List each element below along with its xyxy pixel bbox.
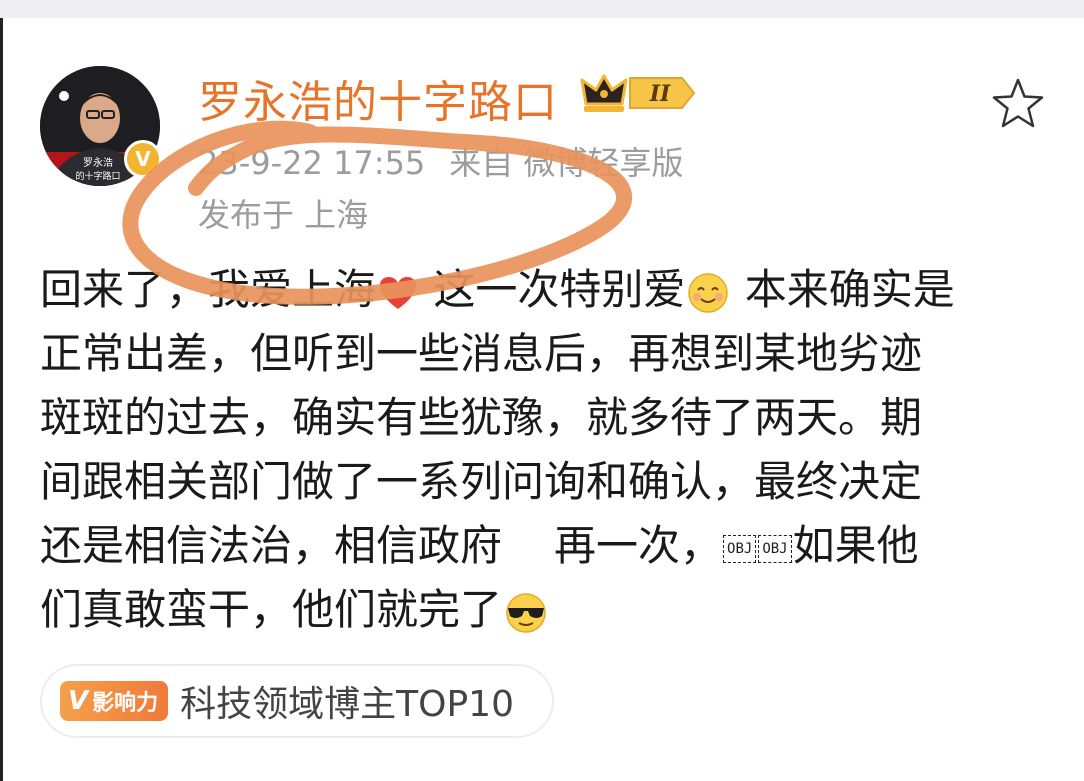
body-text: 回来了，我爱上海	[40, 265, 377, 314]
body-text: 们真敢蛮干，他们就完了	[40, 585, 503, 634]
smile-emoji-icon	[688, 272, 729, 313]
body-line: 间跟相关部门做了一系列问询和确认，最终决定	[40, 457, 923, 506]
obj-placeholder: OBJ	[723, 534, 757, 563]
avatar-caption-2: 的十字路口	[75, 170, 120, 182]
influence-v-icon: V	[68, 686, 89, 716]
post-body: 回来了，我爱上海 这一次特别爱 本来确实是 正常出差，但听到一些消息后，再想到某…	[40, 258, 1050, 642]
body-line: 回来了，我爱上海 这一次特别爱 本来确实是	[40, 258, 1050, 322]
body-text: 还是相信法治，相信政府	[40, 521, 503, 570]
body-text: 再一次，	[554, 521, 723, 570]
influence-text: 科技领域博主TOP10	[180, 684, 514, 725]
influence-badge-label: 影响力	[92, 691, 159, 716]
body-text: 本来确实是	[731, 265, 955, 314]
obj-placeholder: OBJ	[758, 534, 792, 563]
body-line: 斑斑的过去，确实有些犹豫，就多待了两天。期	[40, 393, 923, 442]
sunglasses-emoji-icon	[506, 592, 546, 633]
verified-v-icon: V	[124, 140, 162, 178]
avatar-caption-1: 罗永浩	[83, 156, 113, 169]
heart-emoji-icon	[380, 276, 417, 309]
verified-mark: V	[135, 147, 151, 171]
star-outline-icon[interactable]	[990, 76, 1046, 132]
influence-badge: V 影响力	[60, 681, 169, 721]
top-divider	[0, 0, 1084, 18]
post-meta: 23-9-22 17:55 来自 微博轻享版	[198, 138, 683, 184]
screen-edge	[0, 18, 3, 781]
body-line: 还是相信法治，相信政府 再一次， OBJ OBJ 如果他	[40, 514, 1050, 578]
body-line: 正常出差，但听到一些消息后，再想到某地劣迹	[40, 329, 923, 378]
body-text: 这一次特别爱	[420, 265, 686, 314]
crown-icon[interactable]: II	[578, 70, 698, 116]
body-text: 如果他	[792, 521, 919, 570]
post-source[interactable]: 来自 微博轻享版	[449, 144, 683, 182]
post-location: 发布于 上海	[198, 196, 369, 234]
influence-tag[interactable]: V 影响力 科技领域博主TOP10	[40, 664, 554, 738]
vip-level: II	[649, 81, 671, 107]
post-timestamp: 23-9-22 17:55	[198, 144, 426, 182]
author-name[interactable]: 罗永浩的十字路口	[198, 66, 558, 130]
body-line: 们真敢蛮干，他们就完了	[40, 578, 1050, 642]
weibo-post-screen: 罗永浩 的十字路口 V 罗永浩的十字路口 II 23-9-22 17:55 来自 …	[0, 0, 1084, 781]
